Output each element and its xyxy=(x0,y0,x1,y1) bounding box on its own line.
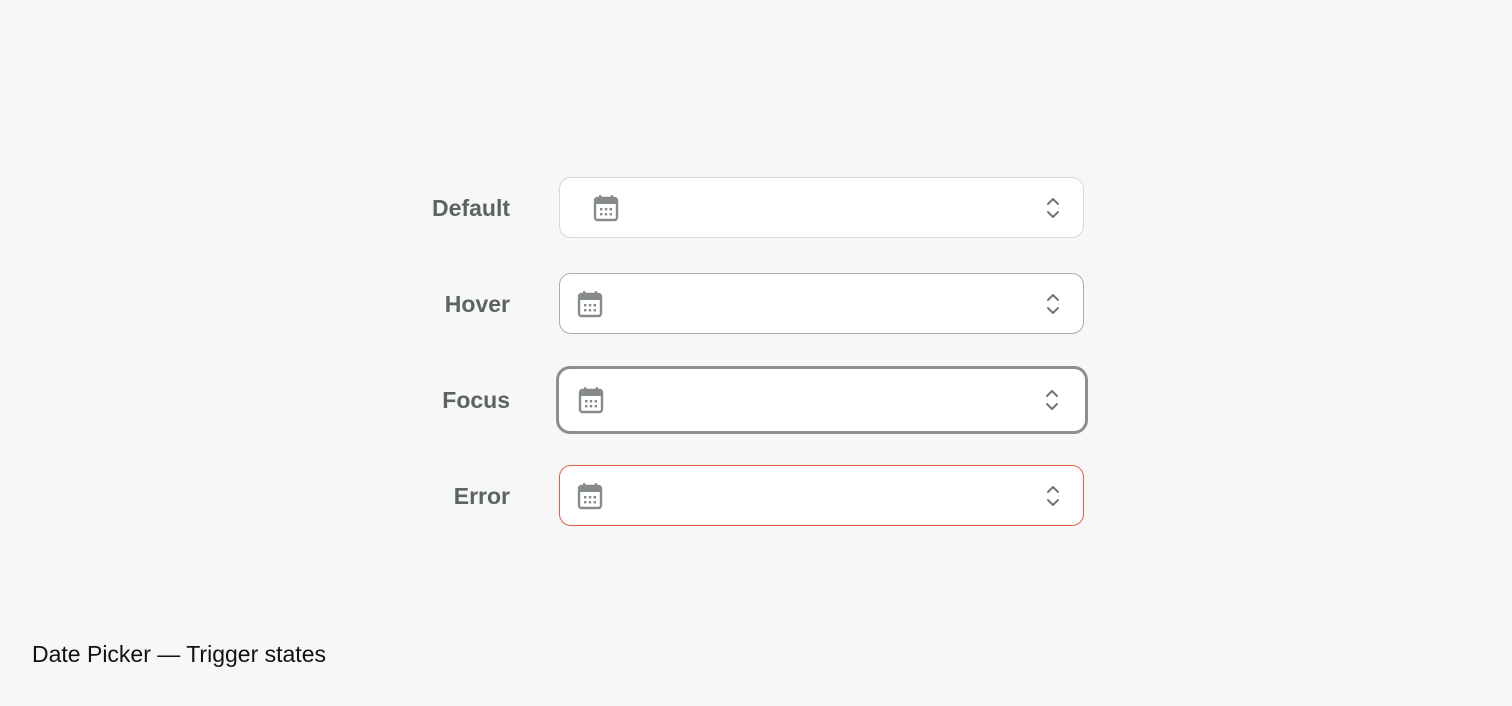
page-caption: Date Picker — Trigger states xyxy=(32,641,326,667)
date-picker-trigger-default[interactable] xyxy=(559,177,1084,238)
calendar-icon xyxy=(578,387,604,414)
chevron-up-down-icon xyxy=(1047,197,1059,218)
calendar-icon xyxy=(577,290,603,317)
state-label-error: Error xyxy=(453,483,510,509)
date-picker-trigger-focus[interactable] xyxy=(556,366,1088,434)
date-picker-trigger-hover[interactable] xyxy=(559,273,1084,334)
state-label-hover: Hover xyxy=(444,291,510,317)
date-picker-trigger-error[interactable] xyxy=(559,465,1084,526)
chevron-up-down-icon xyxy=(1047,293,1059,314)
calendar-icon xyxy=(577,482,603,509)
state-label-default: Default xyxy=(432,195,510,221)
chevron-up-down-icon xyxy=(1047,485,1059,506)
chevron-up-down-icon xyxy=(1046,390,1058,410)
state-label-focus: Focus xyxy=(442,387,510,413)
calendar-icon xyxy=(593,194,619,221)
